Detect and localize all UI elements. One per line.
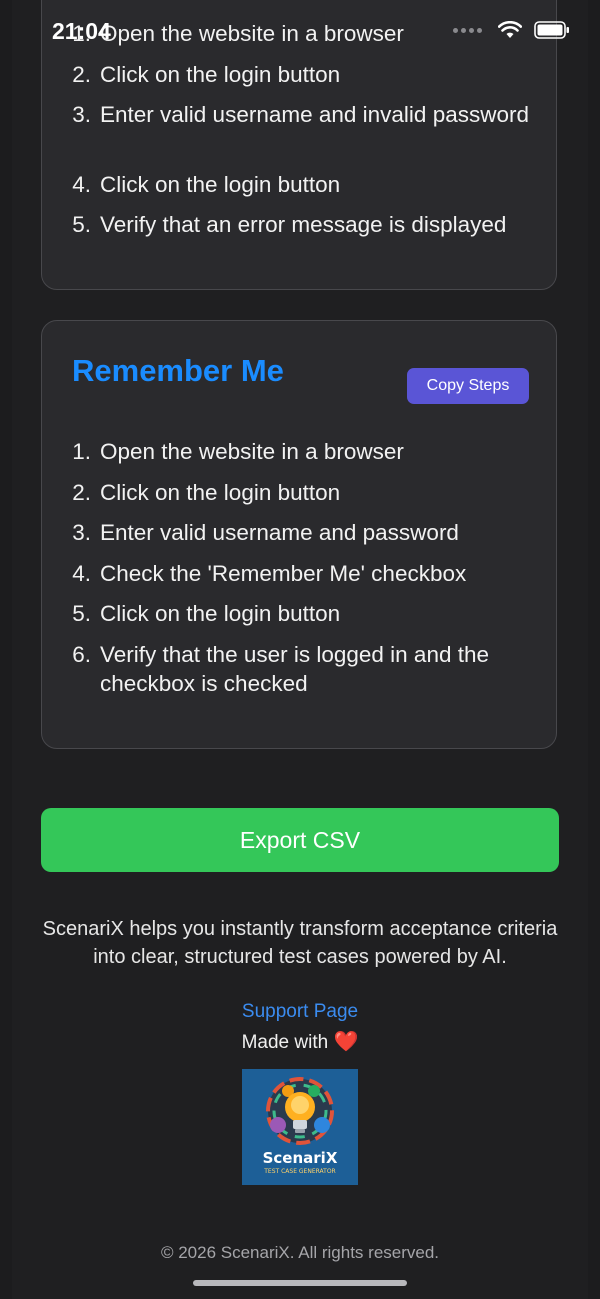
logo-name: ScenariX	[263, 1149, 338, 1167]
status-icons	[453, 21, 570, 39]
made-with-text: Made with ❤️	[0, 1029, 600, 1054]
step-item: 4. Click on the login button	[72, 172, 341, 197]
step-text: Enter valid username and invalid passwor…	[100, 102, 529, 127]
export-csv-button[interactable]: Export CSV	[41, 808, 559, 872]
test-case-title: Remember Me	[72, 353, 284, 388]
step-item: 5. Click on the login button	[72, 601, 341, 626]
signal-dots-icon	[453, 27, 482, 33]
step-item: 5. Verify that an error message is displa…	[72, 212, 507, 237]
copy-steps-button[interactable]: Copy Steps	[407, 368, 529, 404]
step-item: 3. Enter valid username and password	[72, 520, 459, 545]
step-text: Click on the login button	[100, 480, 341, 505]
about-text: ScenariX helps you instantly transform a…	[42, 918, 558, 968]
battery-icon	[534, 21, 569, 39]
step-text: Click on the login button	[100, 62, 341, 87]
step-item: 2. Click on the login button	[72, 62, 341, 87]
status-time: 21:04	[52, 18, 111, 44]
step-item: 1. Open the website in a browser	[72, 439, 404, 464]
step-item: 3. Enter valid username and invalid passw…	[72, 102, 529, 127]
copyright-text: © 2026 ScenariX. All rights reserved.	[160, 1243, 440, 1262]
logo-tagline: TEST CASE GENERATOR	[263, 1168, 335, 1175]
test-case-card-remember-me: Remember Me Copy Steps 1. Open the websit…	[41, 320, 557, 749]
made-with-label: Made with	[241, 1032, 329, 1053]
step-text: Enter valid username and password	[100, 520, 459, 545]
step-text: Click on the login button	[100, 172, 341, 197]
lightbulb-icon: ScenariX TEST CASE GENERATOR	[242, 1069, 358, 1185]
step-text: Check the 'Remember Me' checkbox	[100, 561, 467, 586]
support-page-link[interactable]: Support Page	[0, 1001, 600, 1023]
step-text: Open the website in a browser	[100, 439, 404, 464]
step-item: 6. Verify that the user is logged in and …	[72, 642, 490, 696]
step-text: Verify that an error message is displaye…	[100, 212, 507, 237]
home-indicator[interactable]	[193, 1280, 407, 1286]
step-text: Verify that the user is logged in and th…	[100, 642, 490, 696]
step-text: Click on the login button	[100, 601, 341, 626]
wifi-icon	[498, 21, 522, 38]
step-text: Open the website in a browser	[100, 21, 404, 46]
heart-icon: ❤️	[333, 1031, 359, 1053]
step-item: 4. Check the 'Remember Me' checkbox	[72, 561, 467, 586]
step-item: 2. Click on the login button	[72, 480, 341, 505]
scenarix-logo: ScenariX TEST CASE GENERATOR	[242, 1069, 358, 1185]
test-case-card: 1. Open the website in a browser 2. Click …	[41, 0, 557, 290]
